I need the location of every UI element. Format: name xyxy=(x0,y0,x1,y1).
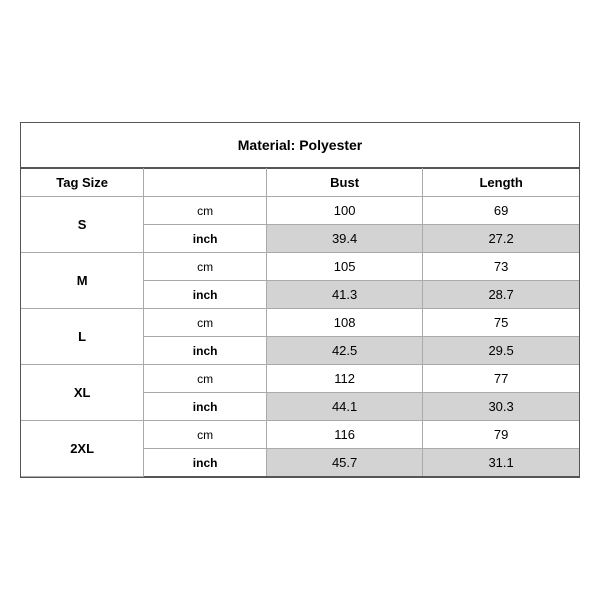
length-inch-value: 28.7 xyxy=(423,281,579,309)
tag-size-cell: XL xyxy=(21,365,144,421)
bust-cm-value: 100 xyxy=(267,197,423,225)
header-unit-col xyxy=(144,169,267,197)
table-row: Mcm10573 xyxy=(21,253,579,281)
unit-cell-cm: cm xyxy=(144,197,267,225)
unit-cell-inch: inch xyxy=(144,281,267,309)
tag-size-cell: 2XL xyxy=(21,421,144,477)
header-tag-size: Tag Size xyxy=(21,169,144,197)
table-row: XLcm11277 xyxy=(21,365,579,393)
length-inch-value: 30.3 xyxy=(423,393,579,421)
unit-cell-cm: cm xyxy=(144,421,267,449)
length-cm-value: 73 xyxy=(423,253,579,281)
size-chart-container: Material: Polyester Tag Size Bust Length… xyxy=(20,122,580,478)
bust-inch-value: 39.4 xyxy=(267,225,423,253)
length-cm-value: 77 xyxy=(423,365,579,393)
length-inch-value: 31.1 xyxy=(423,449,579,477)
length-cm-value: 75 xyxy=(423,309,579,337)
bust-inch-value: 45.7 xyxy=(267,449,423,477)
header-length: Length xyxy=(423,169,579,197)
tag-size-cell: M xyxy=(21,253,144,309)
bust-inch-value: 41.3 xyxy=(267,281,423,309)
length-cm-value: 69 xyxy=(423,197,579,225)
unit-cell-inch: inch xyxy=(144,449,267,477)
chart-title: Material: Polyester xyxy=(21,123,579,168)
tag-size-cell: L xyxy=(21,309,144,365)
bust-cm-value: 108 xyxy=(267,309,423,337)
length-inch-value: 27.2 xyxy=(423,225,579,253)
length-cm-value: 79 xyxy=(423,421,579,449)
table-row: 2XLcm11679 xyxy=(21,421,579,449)
unit-cell-cm: cm xyxy=(144,309,267,337)
table-row: Lcm10875 xyxy=(21,309,579,337)
table-row: Scm10069 xyxy=(21,197,579,225)
bust-inch-value: 44.1 xyxy=(267,393,423,421)
header-bust: Bust xyxy=(267,169,423,197)
bust-cm-value: 112 xyxy=(267,365,423,393)
unit-cell-inch: inch xyxy=(144,393,267,421)
unit-cell-inch: inch xyxy=(144,337,267,365)
unit-cell-cm: cm xyxy=(144,253,267,281)
bust-inch-value: 42.5 xyxy=(267,337,423,365)
length-inch-value: 29.5 xyxy=(423,337,579,365)
unit-cell-cm: cm xyxy=(144,365,267,393)
unit-cell-inch: inch xyxy=(144,225,267,253)
size-table: Tag Size Bust Length Scm10069inch39.427.… xyxy=(21,168,579,477)
bust-cm-value: 116 xyxy=(267,421,423,449)
bust-cm-value: 105 xyxy=(267,253,423,281)
tag-size-cell: S xyxy=(21,197,144,253)
